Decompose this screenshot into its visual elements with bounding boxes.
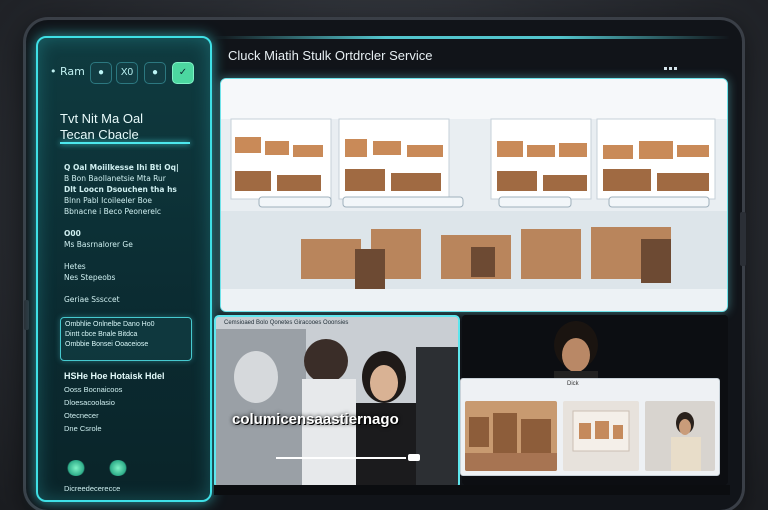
- section-title: HSHe Hoe Hotaisk Hdel: [64, 371, 165, 381]
- toolbar-button-2[interactable]: X0: [116, 62, 138, 84]
- list-item[interactable]: Blnn Pabl Icoileeler Boe: [64, 195, 204, 206]
- video-frame: [216, 317, 458, 487]
- side-button: [740, 212, 746, 266]
- toolbar-button-4[interactable]: ✓: [172, 62, 194, 84]
- list-item[interactable]: Hetes: [64, 261, 204, 272]
- thumbnail-person[interactable]: [645, 401, 715, 471]
- list-item[interactable]: Geriae Sssccet: [64, 294, 204, 305]
- status-orb-icon[interactable]: [108, 460, 128, 476]
- thumbnail-strip: Dick: [460, 378, 720, 476]
- list-item[interactable]: B Bon Baollanetsie Mta Rur: [64, 173, 204, 184]
- toolbar-button-1[interactable]: ●: [90, 62, 112, 84]
- card-line: Dintt cbce Bnale Bitdca: [65, 331, 138, 338]
- thumbnail-shop[interactable]: [563, 401, 639, 471]
- left-sidebar-panel: • Ram ● X0 ● ✓ Tvt Nit Ma Oal Tecan Cbac…: [36, 36, 212, 502]
- list-item[interactable]: Dlt Loocn Dsouchen tha hs: [64, 184, 204, 195]
- list-item[interactable]: Ms Basrnalorer Ge: [64, 239, 204, 250]
- video-progress-knob[interactable]: [408, 454, 420, 461]
- panel-subtitle: Tecan Cbacle: [60, 127, 139, 142]
- panel-footer-text: Dicreedecerecce: [64, 484, 121, 493]
- thumbnail-goods[interactable]: [465, 401, 557, 471]
- page-title: Cluck Miatih Stulk Ortdrcler Service: [228, 48, 433, 63]
- status-orb-icon[interactable]: [66, 460, 86, 476]
- toolbar-button-3[interactable]: ●: [144, 62, 166, 84]
- video-progress-bar[interactable]: [276, 457, 406, 459]
- list-item[interactable]: O00: [64, 228, 204, 239]
- panel-toolbar: • Ram ● X0 ● ✓: [46, 62, 202, 84]
- section-item[interactable]: Otecnecer: [64, 411, 99, 420]
- video-player-main[interactable]: Cemsioaed Bolo Qonetes Giracooes Ooonsie…: [214, 315, 460, 489]
- toolbar-button-label: X0: [120, 67, 134, 78]
- store-showroom-image[interactable]: [220, 78, 728, 312]
- header-glow-divider: [214, 36, 730, 39]
- list-item[interactable]: Q Oal Moiilkesse Ihi Bti Oq|: [64, 162, 204, 173]
- video-top-text: Cemsioaed Bolo Qonetes Giracooes Ooonsie…: [224, 320, 349, 326]
- window-controls[interactable]: [664, 57, 679, 75]
- check-icon: ✓: [178, 67, 188, 78]
- side-button-left: [24, 300, 29, 330]
- section-item[interactable]: Ooss Bocnaicoos: [64, 385, 122, 394]
- section-item[interactable]: Dne Csrole: [64, 424, 102, 433]
- video-caption: columicensaastiernago: [232, 411, 399, 428]
- circle-icon: ●: [151, 67, 159, 78]
- store-illustration: [221, 79, 727, 311]
- panel-text-list: Q Oal Moiilkesse Ihi Bti Oq| B Bon Baoll…: [64, 162, 204, 305]
- section-item[interactable]: Dloesacoolasio: [64, 398, 115, 407]
- list-item[interactable]: Bbnacne i Beco Peonerelc: [64, 206, 204, 217]
- brand-label: • Ram: [50, 65, 85, 78]
- card-line: Ombbie Bonsei Ooaceiose: [65, 341, 149, 348]
- list-item[interactable]: Nes Stepeobs: [64, 272, 204, 283]
- card-line: Ombhlie Onlnelbe Dano Ho0: [65, 321, 155, 328]
- bottom-dock: [214, 485, 730, 495]
- title-divider: [60, 142, 190, 144]
- info-card[interactable]: Ombhlie Onlnelbe Dano Ho0 Dintt cbce Bna…: [60, 317, 192, 361]
- panel-title: Tvt Nit Ma Oal: [60, 111, 144, 126]
- thumbnail-label: Dick: [567, 381, 579, 387]
- circle-icon: ●: [97, 67, 105, 78]
